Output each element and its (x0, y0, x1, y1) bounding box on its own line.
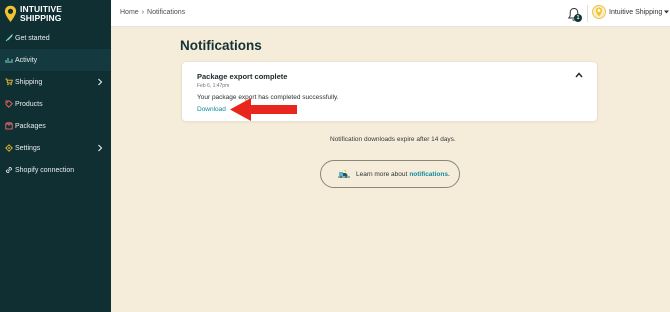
breadcrumb-current: Notifications (147, 9, 186, 16)
caret-down-icon (664, 10, 670, 14)
sidebar-item-settings[interactable]: Settings (0, 137, 111, 159)
notification-count-badge: 1 (574, 14, 582, 22)
activity-chart-icon (4, 56, 13, 65)
gear-icon (4, 144, 13, 153)
breadcrumb: Home › Notifications (120, 9, 185, 16)
account-avatar (592, 5, 606, 19)
sidebar-item-products[interactable]: Products (0, 93, 111, 115)
cart-icon (4, 78, 13, 87)
breadcrumb-separator: › (141, 9, 145, 16)
sidebar-item-label: Packages (15, 122, 46, 130)
sidebar-item-label: Shopify connection (15, 166, 75, 174)
download-link[interactable]: Download (197, 106, 226, 113)
sidebar-item-packages[interactable]: Packages (0, 115, 111, 137)
sidebar-item-label: Shipping (15, 78, 43, 86)
expire-note: Notification downloads expire after 14 d… (330, 136, 456, 143)
sidebar-item-activity[interactable]: Activity (0, 49, 111, 71)
brand-name: INTUITIVE SHIPPING (20, 5, 62, 22)
sidebar-item-label: Products (15, 100, 43, 108)
annotation-arrow (230, 98, 297, 121)
brand-logo[interactable]: INTUITIVE SHIPPING (0, 0, 111, 27)
topbar-divider (587, 5, 588, 22)
tag-icon (4, 100, 13, 109)
sidebar-item-label: Activity (15, 56, 38, 64)
learn-more-prefix: Learn more about (356, 170, 408, 178)
link-icon (4, 166, 13, 175)
breadcrumb-home-link[interactable]: Home (120, 9, 139, 16)
sidebar-item-shopify-connection[interactable]: Shopify connection (0, 159, 111, 181)
brand-line-2: SHIPPING (20, 12, 62, 23)
sidebar-item-shipping[interactable]: Shipping (0, 71, 111, 93)
top-bar: Home › Notifications 1 Intuitive Shippin… (111, 0, 670, 27)
sidebar-item-get-started[interactable]: Get started (0, 27, 111, 49)
notification-title: Package export complete (197, 72, 288, 81)
box-icon (4, 122, 13, 131)
learn-more-link[interactable]: notifications. (409, 171, 449, 178)
shipping-truck-icon (338, 170, 350, 178)
account-menu[interactable]: Intuitive Shipping (592, 5, 670, 19)
chevron-up-icon[interactable] (575, 72, 583, 78)
sidebar-nav: Get started Activity Shipping Products P… (0, 27, 111, 181)
rocket-icon (4, 34, 13, 43)
sidebar-item-label: Settings (15, 144, 41, 152)
sidebar-item-label: Get started (15, 34, 50, 42)
notification-date: Feb 6, 1:47pm (197, 83, 230, 89)
page-title: Notifications (180, 38, 262, 53)
chevron-right-icon (98, 144, 103, 152)
chevron-right-icon (98, 78, 103, 86)
location-pin-icon (595, 7, 603, 17)
sidebar: INTUITIVE SHIPPING Get started Activity … (0, 0, 111, 312)
location-pin-icon (4, 5, 17, 22)
learn-more-button[interactable]: Learn more about notifications. (320, 160, 460, 188)
account-name: Intuitive Shipping (609, 8, 663, 16)
